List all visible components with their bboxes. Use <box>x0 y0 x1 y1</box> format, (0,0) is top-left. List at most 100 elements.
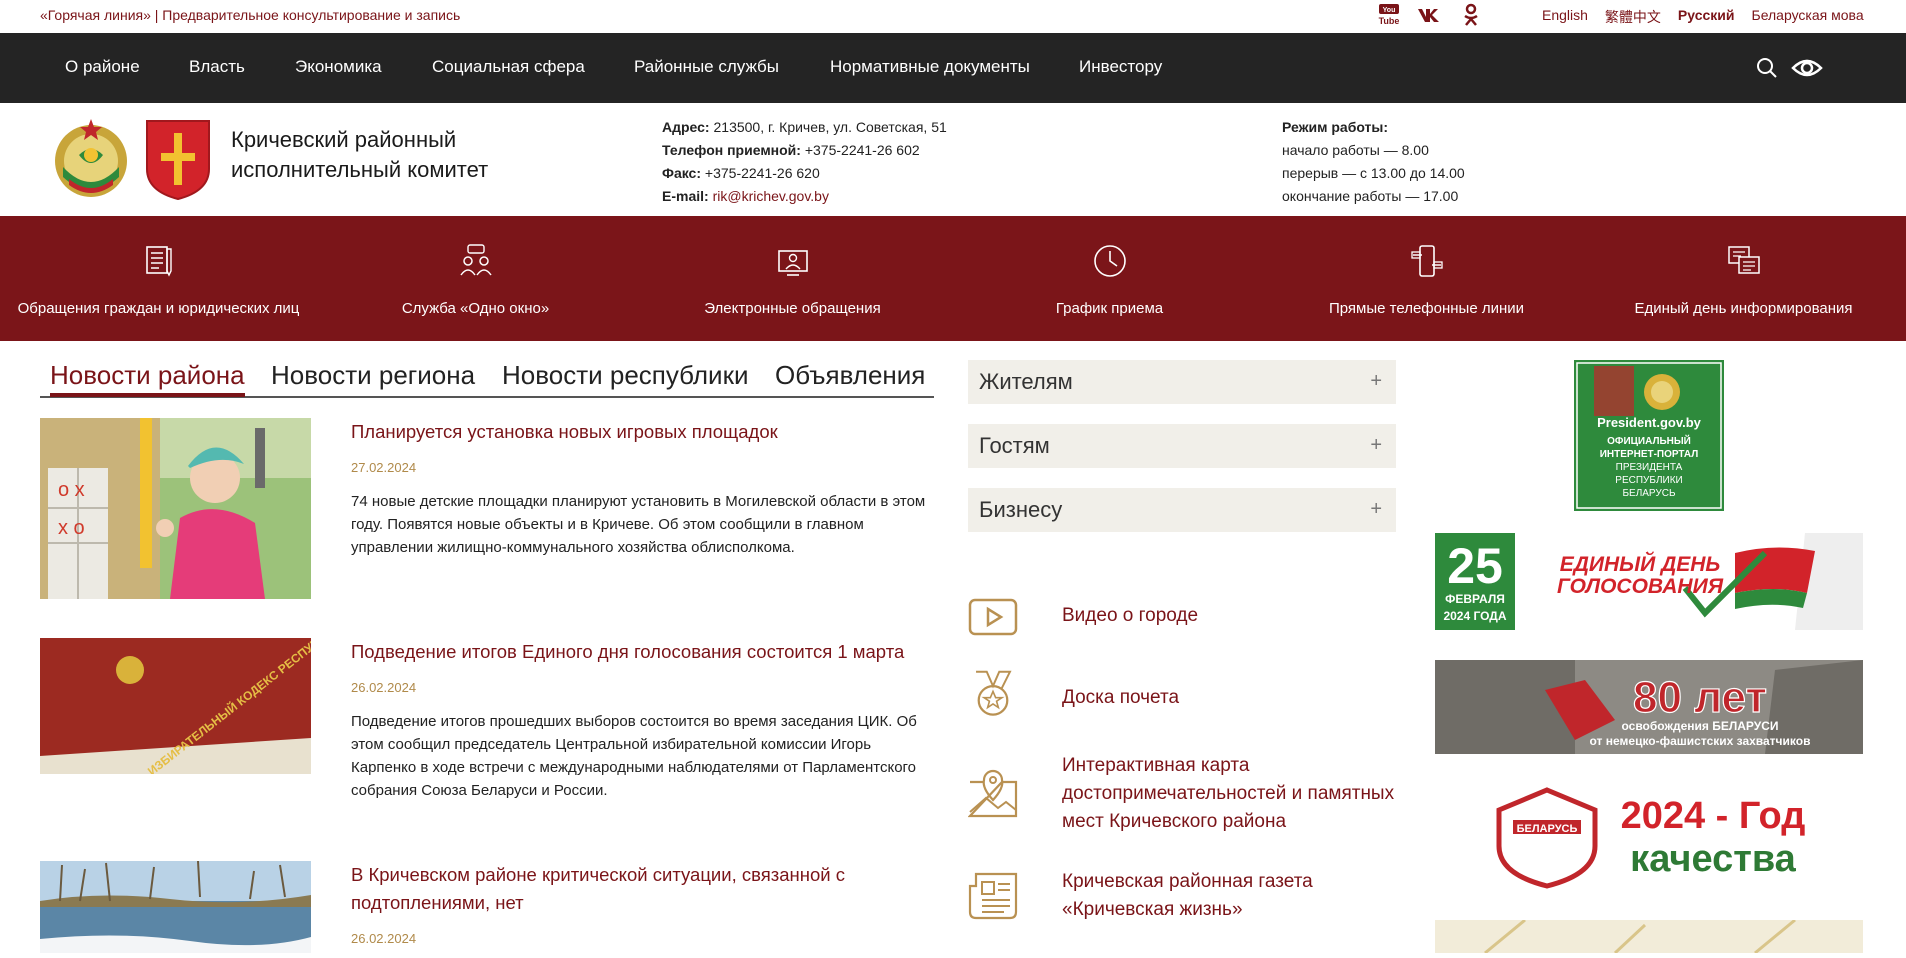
newspaper-icon <box>968 872 1018 920</box>
news-excerpt: 74 новые детские площадки планируют уста… <box>351 493 926 556</box>
lang-english[interactable]: English <box>1542 7 1588 27</box>
accordion-business[interactable]: Бизнесу + <box>968 488 1396 532</box>
address-value: 213500, г. Кричев, ул. Советская, 51 <box>713 119 947 135</box>
hotline-link[interactable]: «Горячая линия» | Предварительное консул… <box>40 7 460 23</box>
fax-label: Факс: <box>662 165 702 181</box>
president-portal-banner[interactable]: President.gov.by ОФИЦИАЛЬНЫЙ ИНТЕРНЕТ-ПО… <box>1574 360 1724 511</box>
lang-chinese[interactable]: 繁體中文 <box>1605 7 1661 27</box>
quality-banner-title: 2024 - Год <box>1621 795 1806 837</box>
accordion-residents[interactable]: Жителям + <box>968 360 1396 404</box>
krichev-coat-of-arms-icon[interactable] <box>145 119 211 206</box>
plus-icon: + <box>1370 370 1382 392</box>
link-district-newspaper[interactable]: Кричевская районная газета «Кричевская ж… <box>968 868 1398 928</box>
news-item: o x x o Планируется установка новых игро… <box>40 418 934 599</box>
odnoklassniki-icon[interactable] <box>1459 3 1483 27</box>
service-citizen-appeals[interactable]: Обращения граждан и юридических лиц <box>0 216 317 341</box>
phone-icon <box>1410 245 1443 277</box>
voting-banner-title: ГОЛОСОВАНИЯ <box>1557 575 1724 598</box>
svg-text:You: You <box>1383 7 1396 14</box>
partial-banner[interactable] <box>1435 918 1863 955</box>
quick-link-label: Интерактивная карта достопримечательност… <box>1062 755 1395 832</box>
quality-banner-subtitle: качества <box>1630 838 1797 880</box>
hours-title: Режим работы: <box>1282 119 1389 135</box>
phone-value: +375-2241-26 602 <box>804 142 920 158</box>
document-pen-icon <box>145 246 172 277</box>
voting-day-banner[interactable]: 25 ФЕВРАЛЯ 2024 ГОДА ЕДИНЫЙ ДЕНЬ ГОЛОСОВ… <box>1435 533 1863 630</box>
tab-announcements[interactable]: Объявления <box>775 360 925 391</box>
news-title[interactable]: В Кричевском районе критической ситуации… <box>351 861 931 917</box>
plus-icon: + <box>1370 434 1382 456</box>
svg-text:Tube: Tube <box>1379 16 1400 26</box>
language-switcher: English 繁體中文 Русский Беларуская мова <box>1542 7 1881 27</box>
news-image-election-code[interactable]: ИЗБИРАТЕЛЬНЫЙ КОДЕКС РЕСПУБЛИКИ БЕЛАРУСЬ <box>40 638 311 774</box>
svg-text:o x: o x <box>58 479 85 501</box>
svg-text:x o: x o <box>58 517 85 539</box>
news-title[interactable]: Подведение итогов Единого дня голосовани… <box>351 638 931 666</box>
news-date: 26.02.2024 <box>351 680 417 695</box>
belarus-emblem-icon[interactable] <box>49 117 133 206</box>
link-city-video[interactable]: Видео о городе <box>968 592 1398 642</box>
email-link[interactable]: rik@krichev.gov.by <box>713 188 829 204</box>
org-name-line-2: исполнительный комитет <box>231 157 489 182</box>
service-information-day[interactable]: Единый день информирования <box>1585 216 1902 341</box>
nav-item-documents[interactable]: Нормативные документы <box>830 57 1030 77</box>
services-bar: Обращения граждан и юридических лиц Служ… <box>0 216 1906 341</box>
service-reception-schedule[interactable]: График приема <box>951 216 1268 341</box>
map-pin-icon <box>968 769 1018 818</box>
hours-break: перерыв — с 13.00 до 14.00 <box>1282 165 1465 181</box>
service-label: Обращения граждан и юридических лиц <box>17 300 300 317</box>
quick-link-label: Видео о городе <box>1062 605 1199 626</box>
service-one-window[interactable]: Служба «Одно окно» <box>317 216 634 341</box>
service-label: График приема <box>1055 300 1164 317</box>
president-banner-text: БЕЛАРУСЬ <box>1622 488 1675 499</box>
top-bar: «Горячая линия» | Предварительное консул… <box>0 0 1906 32</box>
news-image-playground[interactable]: o x x o <box>40 418 311 599</box>
news-excerpt: Подведение итогов прошедших выборов сост… <box>351 713 917 799</box>
search-icon[interactable] <box>1752 53 1782 83</box>
fax-value: +375-2241-26 620 <box>704 165 820 181</box>
link-honor-board[interactable]: Доска почета <box>968 670 1398 726</box>
nav-item-services[interactable]: Районные службы <box>634 57 779 77</box>
link-interactive-map[interactable]: Интерактивная карта достопримечательност… <box>968 752 1398 836</box>
nav-item-government[interactable]: Власть <box>189 57 245 77</box>
nav-item-social[interactable]: Социальная сфера <box>432 57 585 77</box>
tab-region-news[interactable]: Новости региона <box>271 360 475 391</box>
news-date: 27.02.2024 <box>351 460 417 475</box>
nav-item-about[interactable]: О районе <box>65 57 140 77</box>
address-label: Адрес: <box>662 119 710 135</box>
org-name[interactable]: Кричевский районный исполнительный комит… <box>231 125 531 185</box>
news-item: ИЗБИРАТЕЛЬНЫЙ КОДЕКС РЕСПУБЛИКИ БЕЛАРУСЬ… <box>40 638 934 818</box>
liberation-banner-text: от немецко-фашистских захватчиков <box>1590 734 1811 748</box>
year-of-quality-banner[interactable]: БЕЛАРУСЬ 2024 - Год качества <box>1435 782 1863 892</box>
service-direct-phone-lines[interactable]: Прямые телефонные линии <box>1268 216 1585 341</box>
lang-belarusian[interactable]: Беларуская мова <box>1752 7 1864 27</box>
service-label: Электронные обращения <box>704 300 881 317</box>
working-hours: Режим работы: начало работы — 8.00 перер… <box>1282 116 1465 208</box>
nav-item-investor[interactable]: Инвестору <box>1079 57 1162 77</box>
news-title[interactable]: Планируется установка новых игровых площ… <box>351 418 931 446</box>
nav-item-economy[interactable]: Экономика <box>295 57 382 77</box>
tab-republic-news[interactable]: Новости республики <box>502 360 748 391</box>
accordion-guests[interactable]: Гостям + <box>968 424 1396 468</box>
site-header: Кричевский районный исполнительный комит… <box>0 103 1906 216</box>
info-cards-icon <box>1727 246 1760 274</box>
tab-district-news[interactable]: Новости района <box>50 360 245 397</box>
president-banner-text: РЕСПУБЛИКИ <box>1615 475 1682 486</box>
hours-end: окончание работы — 17.00 <box>1282 188 1459 204</box>
vk-icon[interactable] <box>1417 3 1441 27</box>
org-name-line-1: Кричевский районный <box>231 127 457 152</box>
plus-icon: + <box>1370 498 1382 520</box>
service-electronic-appeals[interactable]: Электронные обращения <box>634 216 951 341</box>
youtube-icon[interactable]: You Tube <box>1377 3 1401 27</box>
service-label: Прямые телефонные линии <box>1328 300 1525 317</box>
president-banner-text: ИНТЕРНЕТ-ПОРТАЛ <box>1600 449 1699 460</box>
video-play-icon <box>968 598 1018 636</box>
voting-banner-title: ЕДИНЫЙ ДЕНЬ <box>1560 552 1721 576</box>
president-banner-text: ПРЕЗИДЕНТА <box>1616 462 1683 473</box>
people-chat-icon <box>459 244 492 276</box>
accessibility-eye-icon[interactable] <box>1790 53 1824 83</box>
clock-icon <box>1093 245 1126 277</box>
lang-russian[interactable]: Русский <box>1678 7 1735 27</box>
liberation-80-banner[interactable]: 80 лет освобождения БЕЛАРУСИ от немецко-… <box>1435 660 1863 754</box>
news-image-flood[interactable] <box>40 861 311 953</box>
